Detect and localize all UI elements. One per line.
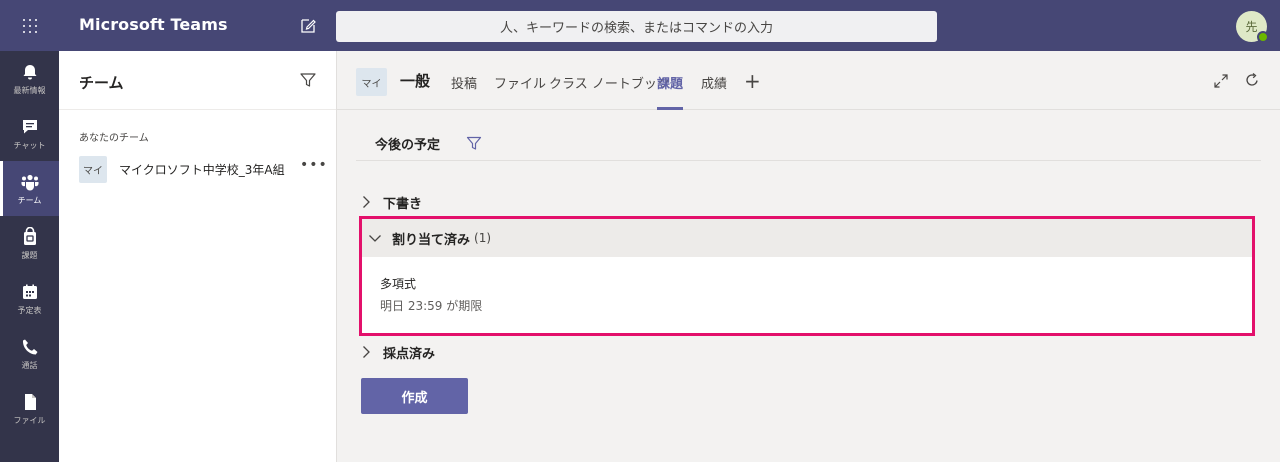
file-icon <box>24 393 36 410</box>
filter-icon[interactable] <box>299 71 317 89</box>
expand-icon[interactable] <box>1213 73 1229 89</box>
drafts-section-toggle[interactable]: 下書き <box>359 188 422 216</box>
channel-header: マイ 一般 投稿 ファイル クラス ノートブック 課題 成績 + <box>337 51 1280 110</box>
channel-team-avatar: マイ <box>356 68 387 96</box>
your-teams-label: あなたのチーム <box>79 133 149 144</box>
assignment-title: 多項式 <box>380 277 417 291</box>
presence-available-icon <box>1257 31 1269 43</box>
compose-icon[interactable] <box>299 17 317 35</box>
tab-posts[interactable]: 投稿 <box>451 73 477 110</box>
rail-item-label: 最新情報 <box>13 85 46 95</box>
tab-grades[interactable]: 成績 <box>701 73 727 110</box>
teams-panel: チーム あなたのチーム マイ マイクロソフト中学校_3年A組 ••• <box>59 51 337 462</box>
rail-item-label: チーム <box>17 195 42 205</box>
channel-name: 一般 <box>400 72 431 90</box>
add-tab-button[interactable]: + <box>744 69 761 93</box>
chat-icon <box>22 119 37 133</box>
team-item[interactable]: マイ マイクロソフト中学校_3年A組 ••• <box>59 151 336 185</box>
avatar-initial: 先 <box>1245 20 1258 34</box>
section-label: 採点済み <box>383 346 436 362</box>
section-count: (1) <box>474 231 492 245</box>
more-options-icon[interactable]: ••• <box>300 157 328 173</box>
filter-icon[interactable] <box>466 135 482 151</box>
search-input[interactable]: 人、キーワードの検索、またはコマンドの入力 <box>336 11 937 42</box>
assignment-due-date: 明日 23:59 が期限 <box>380 299 483 313</box>
team-avatar: マイ <box>79 156 107 183</box>
app-launcher-button[interactable] <box>0 0 59 51</box>
search-placeholder: 人、キーワードの検索、またはコマンドの入力 <box>499 21 773 36</box>
teams-panel-header: チーム <box>59 51 336 110</box>
assigned-section-toggle[interactable]: 割り当て済み (1) <box>362 219 1252 257</box>
section-label: 割り当て済み <box>392 232 471 248</box>
chevron-down-icon <box>369 235 381 242</box>
main-content: マイ 一般 投稿 ファイル クラス ノートブック 課題 成績 + 今後の予定 下… <box>337 51 1280 462</box>
chevron-right-icon <box>363 346 370 358</box>
rail-item-assignments[interactable]: 課題 <box>0 216 59 271</box>
graded-section-toggle[interactable]: 採点済み <box>359 338 435 366</box>
rail-item-calendar[interactable]: 予定表 <box>0 271 59 326</box>
rail-item-chat[interactable]: チャット <box>0 106 59 161</box>
rail-item-label: 通話 <box>21 360 38 370</box>
rail-item-label: 予定表 <box>17 305 42 315</box>
rail-item-activity[interactable]: 最新情報 <box>0 51 59 106</box>
tab-assignments[interactable]: 課題 <box>657 73 684 110</box>
rail-item-label: ファイル <box>13 415 46 425</box>
assignment-card[interactable]: 多項式 明日 23:59 が期限 <box>362 257 1252 333</box>
calendar-icon <box>22 284 37 299</box>
teams-icon <box>21 174 38 190</box>
app-bar: 最新情報 チャット チーム 課題 予定表 通話 ファイル <box>0 51 59 462</box>
waffle-icon <box>22 18 37 33</box>
rail-item-calls[interactable]: 通話 <box>0 326 59 381</box>
top-bar: Microsoft Teams 人、キーワードの検索、またはコマンドの入力 先 <box>0 0 1280 51</box>
chevron-right-icon <box>363 196 370 208</box>
section-label: 下書き <box>383 196 423 212</box>
app-title: Microsoft Teams <box>79 15 228 34</box>
teams-panel-title: チーム <box>79 74 124 92</box>
avatar[interactable]: 先 <box>1236 11 1269 43</box>
create-button[interactable]: 作成 <box>361 378 468 414</box>
divider <box>356 160 1261 161</box>
rail-item-files[interactable]: ファイル <box>0 381 59 436</box>
rail-item-teams[interactable]: チーム <box>0 161 59 216</box>
refresh-icon[interactable] <box>1244 72 1260 88</box>
phone-icon <box>22 339 37 354</box>
rail-item-label: 課題 <box>21 250 38 260</box>
tab-files[interactable]: ファイル <box>494 73 546 110</box>
team-name: マイクロソフト中学校_3年A組 <box>119 163 285 177</box>
assigned-section: 割り当て済み (1) 多項式 明日 23:59 が期限 <box>359 216 1255 336</box>
tab-class-notebook[interactable]: クラス ノートブック <box>549 73 670 110</box>
rail-item-label: チャット <box>13 140 46 150</box>
bell-icon <box>23 64 36 79</box>
upcoming-heading: 今後の予定 <box>375 138 441 153</box>
assignments-icon <box>23 226 36 245</box>
